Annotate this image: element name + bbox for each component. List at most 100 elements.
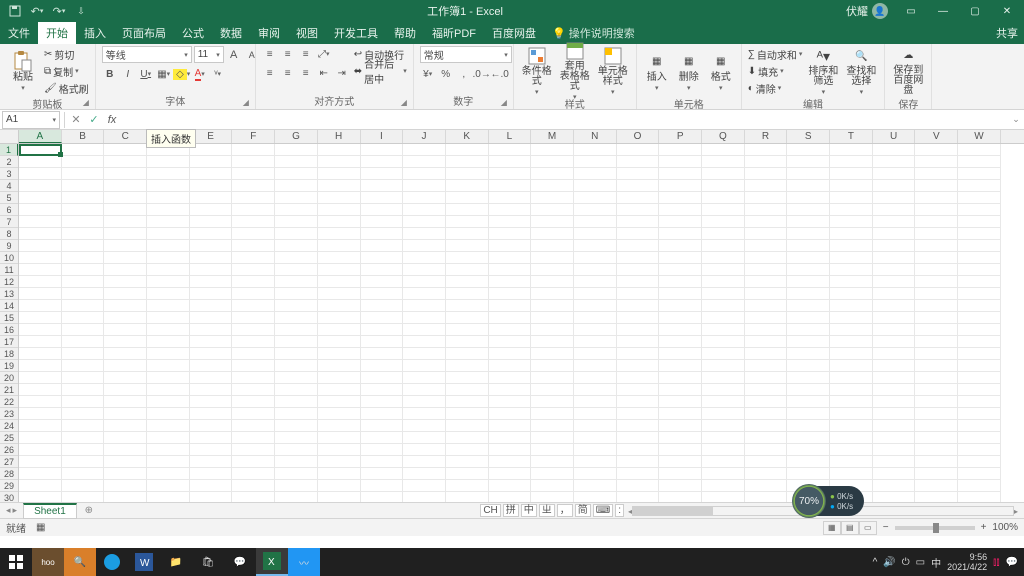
cell[interactable] xyxy=(403,432,446,444)
cell[interactable] xyxy=(958,156,1001,168)
row-header[interactable]: 8 xyxy=(0,228,18,240)
cell[interactable] xyxy=(403,384,446,396)
cell[interactable] xyxy=(574,360,617,372)
cell[interactable] xyxy=(617,240,660,252)
cell[interactable] xyxy=(958,204,1001,216)
cell[interactable] xyxy=(659,252,702,264)
cell[interactable] xyxy=(318,456,361,468)
cell[interactable] xyxy=(787,444,830,456)
cell[interactable] xyxy=(190,216,233,228)
cell[interactable] xyxy=(958,300,1001,312)
cell[interactable] xyxy=(659,192,702,204)
cell[interactable] xyxy=(958,252,1001,264)
cell[interactable] xyxy=(958,192,1001,204)
cell[interactable] xyxy=(574,288,617,300)
cell[interactable] xyxy=(873,252,916,264)
cell[interactable] xyxy=(403,372,446,384)
cell[interactable] xyxy=(617,204,660,216)
cell[interactable] xyxy=(19,444,62,456)
cell[interactable] xyxy=(104,408,147,420)
cell[interactable] xyxy=(915,312,958,324)
cell[interactable] xyxy=(574,480,617,492)
cell[interactable] xyxy=(574,300,617,312)
taskbar-app-1[interactable]: hoo xyxy=(32,548,64,576)
cell[interactable] xyxy=(104,324,147,336)
fill-button[interactable]: ⬇填充 ▾ xyxy=(748,63,803,79)
cell[interactable] xyxy=(958,444,1001,456)
cell[interactable] xyxy=(318,192,361,204)
cell[interactable] xyxy=(19,228,62,240)
cell[interactable] xyxy=(617,144,660,156)
orientation-icon[interactable]: ⤢▾ xyxy=(316,46,332,62)
cell[interactable] xyxy=(574,456,617,468)
sort-filter-button[interactable]: ᴬ▾排序和筛选▾ xyxy=(806,46,840,96)
cell[interactable] xyxy=(617,408,660,420)
cell[interactable] xyxy=(403,324,446,336)
cell[interactable] xyxy=(275,192,318,204)
cell[interactable] xyxy=(531,396,574,408)
cell[interactable] xyxy=(446,240,489,252)
cell[interactable] xyxy=(403,204,446,216)
cell[interactable] xyxy=(318,384,361,396)
cell[interactable] xyxy=(104,420,147,432)
cell[interactable] xyxy=(915,396,958,408)
cell[interactable] xyxy=(787,144,830,156)
tab-insert[interactable]: 插入 xyxy=(76,22,114,44)
cell[interactable] xyxy=(958,384,1001,396)
cell[interactable] xyxy=(147,312,190,324)
cell-styles-button[interactable]: 单元格样式▾ xyxy=(596,46,630,96)
cell[interactable] xyxy=(147,216,190,228)
cell[interactable] xyxy=(104,456,147,468)
cell[interactable] xyxy=(915,324,958,336)
cell[interactable] xyxy=(104,276,147,288)
cell[interactable] xyxy=(617,456,660,468)
cell[interactable] xyxy=(62,288,105,300)
row-header[interactable]: 6 xyxy=(0,204,18,216)
cell[interactable] xyxy=(318,168,361,180)
border-button[interactable]: ▦▾ xyxy=(156,66,172,82)
cell[interactable] xyxy=(531,204,574,216)
cell[interactable] xyxy=(574,204,617,216)
cell[interactable] xyxy=(787,348,830,360)
start-button[interactable] xyxy=(0,548,32,576)
cell[interactable] xyxy=(232,144,275,156)
cell[interactable] xyxy=(702,144,745,156)
ime-button[interactable]: ⌨ xyxy=(593,504,613,517)
cell[interactable] xyxy=(361,228,404,240)
cell[interactable] xyxy=(489,168,532,180)
cell[interactable] xyxy=(787,336,830,348)
cell[interactable] xyxy=(617,288,660,300)
cell[interactable] xyxy=(446,300,489,312)
cell[interactable] xyxy=(659,384,702,396)
cell[interactable] xyxy=(531,456,574,468)
cell[interactable] xyxy=(403,180,446,192)
ime-toolbar[interactable]: CH拼中ㄓ，简⌨: xyxy=(480,504,624,517)
cell[interactable] xyxy=(318,144,361,156)
cell[interactable] xyxy=(745,216,788,228)
cell[interactable] xyxy=(275,312,318,324)
sheet-nav-first[interactable]: ◂ xyxy=(6,505,11,516)
row-header[interactable]: 18 xyxy=(0,348,18,360)
cell[interactable] xyxy=(232,252,275,264)
cell[interactable] xyxy=(147,324,190,336)
cell[interactable] xyxy=(403,360,446,372)
cell[interactable] xyxy=(617,168,660,180)
cell[interactable] xyxy=(958,432,1001,444)
cell[interactable] xyxy=(830,348,873,360)
cell[interactable] xyxy=(62,420,105,432)
cell[interactable] xyxy=(617,264,660,276)
cell[interactable] xyxy=(531,168,574,180)
cell[interactable] xyxy=(958,360,1001,372)
cell[interactable] xyxy=(62,444,105,456)
cell[interactable] xyxy=(361,432,404,444)
cell[interactable] xyxy=(104,360,147,372)
cell[interactable] xyxy=(190,240,233,252)
cell[interactable] xyxy=(318,312,361,324)
cell[interactable] xyxy=(531,228,574,240)
cell[interactable] xyxy=(403,420,446,432)
cell[interactable] xyxy=(915,336,958,348)
cell[interactable] xyxy=(702,288,745,300)
cell[interactable] xyxy=(574,156,617,168)
cell[interactable] xyxy=(104,264,147,276)
cell[interactable] xyxy=(62,300,105,312)
